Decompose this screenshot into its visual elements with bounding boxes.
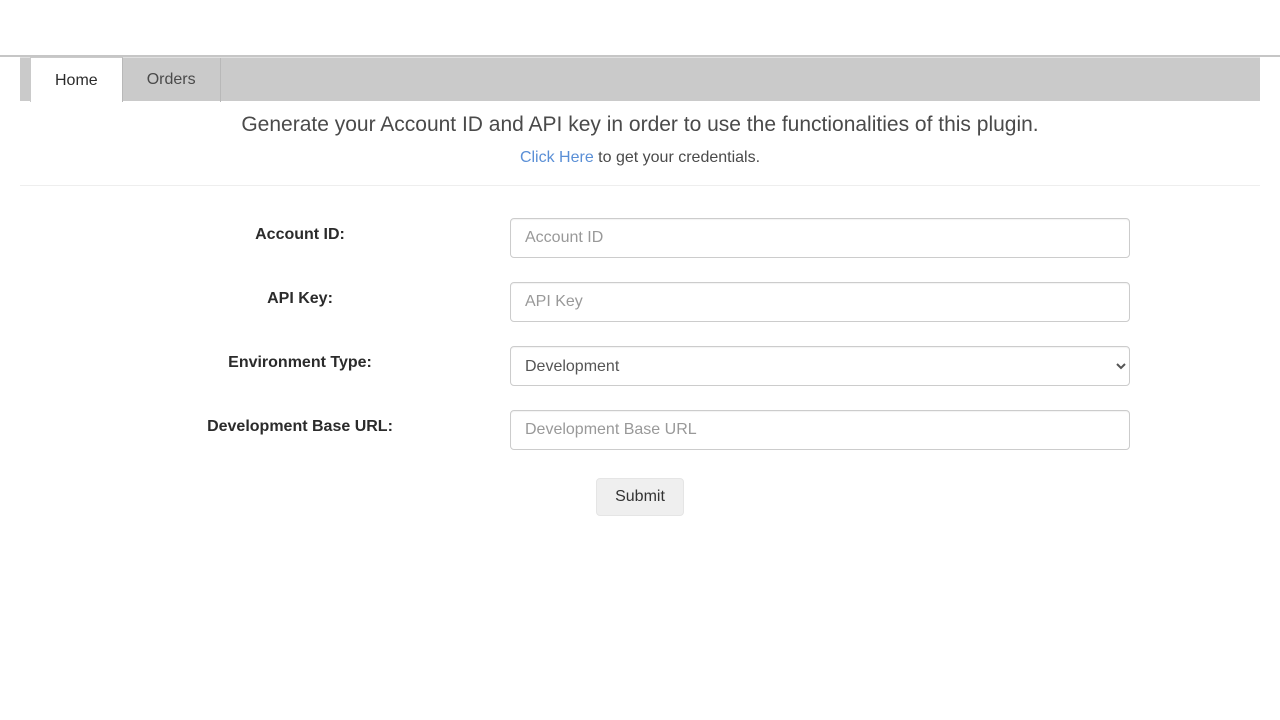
dev-base-url-input[interactable] xyxy=(510,410,1130,450)
account-id-label: Account ID: xyxy=(110,218,510,244)
tab-home[interactable]: Home xyxy=(30,57,123,102)
submit-button[interactable]: Submit xyxy=(596,478,684,516)
account-id-input[interactable] xyxy=(510,218,1130,258)
settings-form: Account ID: API Key: Environment Type: D… xyxy=(110,186,1170,516)
credentials-link[interactable]: Click Here xyxy=(520,149,594,166)
lead-text: Generate your Account ID and API key in … xyxy=(20,113,1260,137)
tab-orders[interactable]: Orders xyxy=(123,58,221,102)
environment-type-select[interactable]: Development xyxy=(510,346,1130,386)
sub-text: Click Here to get your credentials. xyxy=(20,149,1260,167)
environment-type-label: Environment Type: xyxy=(110,346,510,372)
api-key-label: API Key: xyxy=(110,282,510,308)
sub-suffix: to get your credentials. xyxy=(594,149,760,166)
api-key-input[interactable] xyxy=(510,282,1130,322)
nav-tabs: Home Orders xyxy=(20,57,1260,101)
top-spacer xyxy=(0,0,1280,57)
header-area: Generate your Account ID and API key in … xyxy=(20,101,1260,186)
dev-base-url-label: Development Base URL: xyxy=(110,410,510,436)
